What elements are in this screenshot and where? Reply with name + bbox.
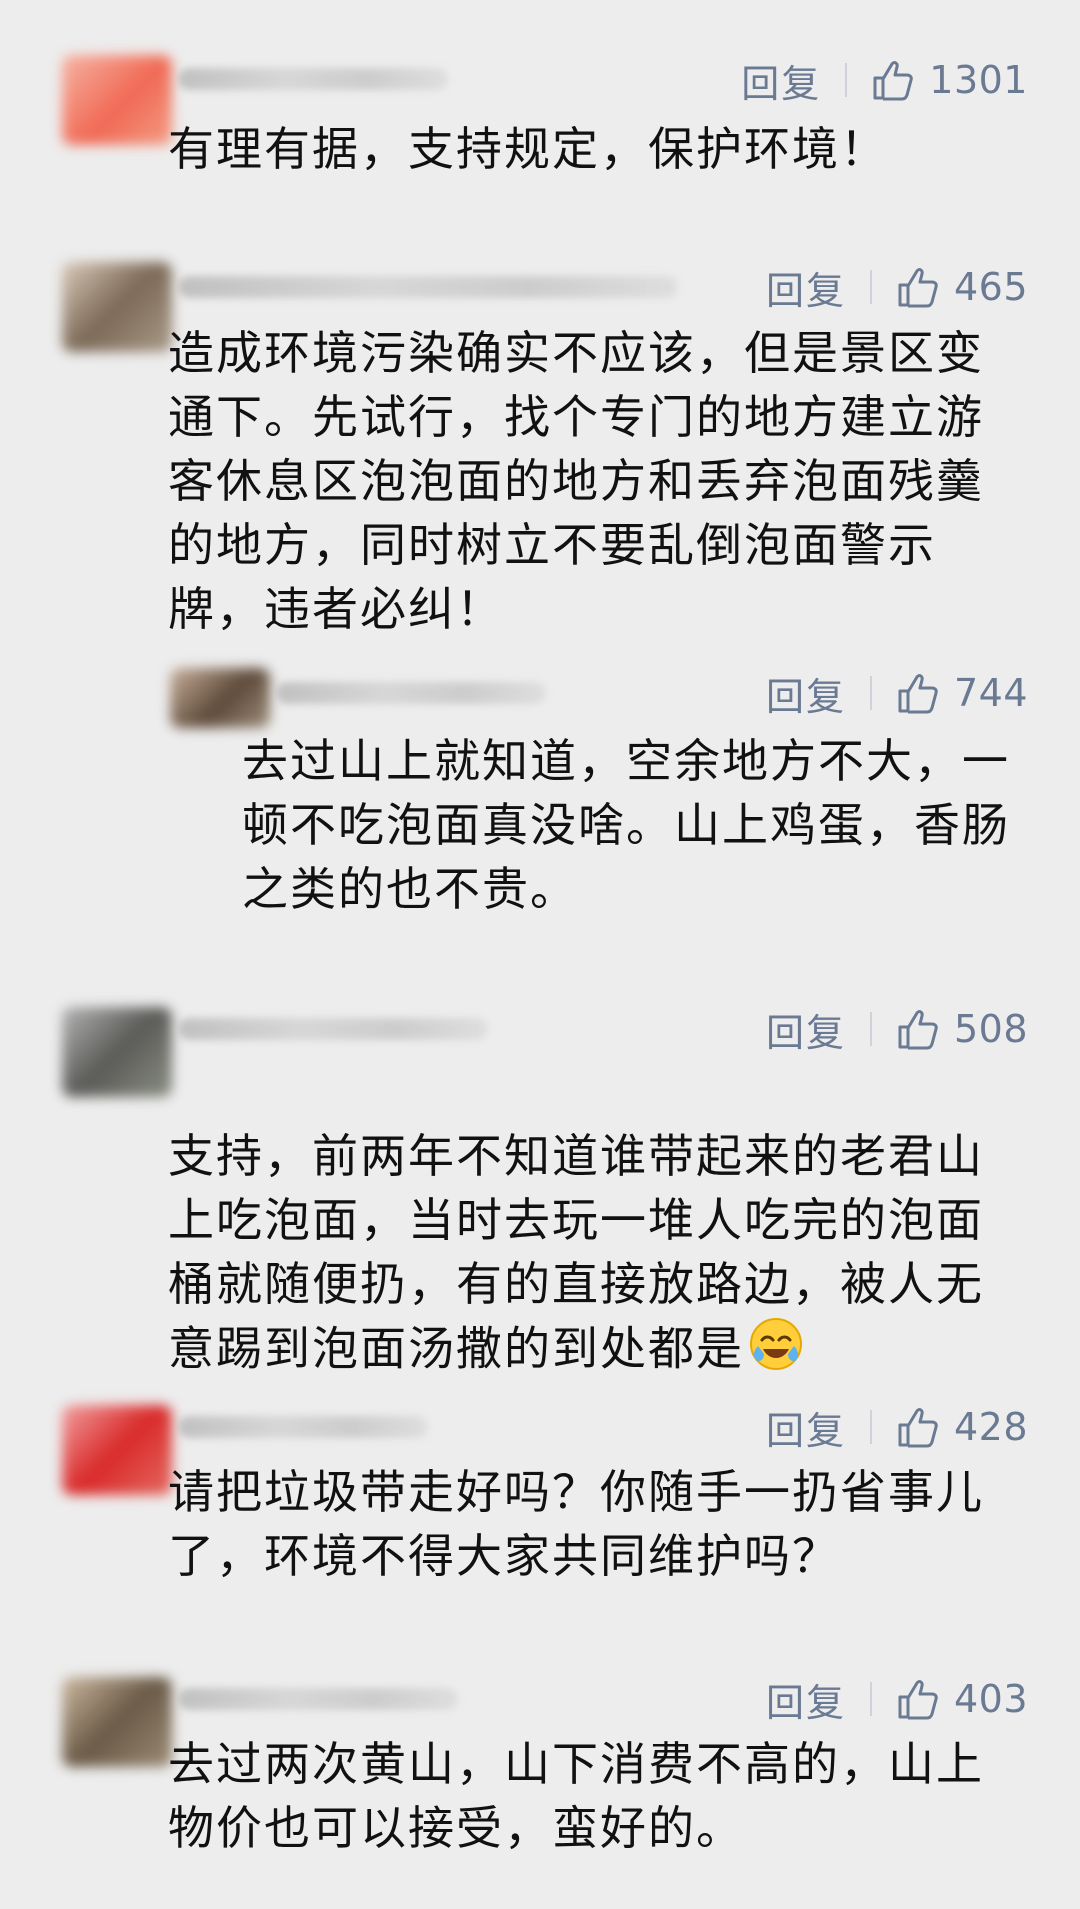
thumbs-up-icon[interactable]	[894, 263, 942, 311]
reply-button[interactable]: 回复	[766, 1672, 846, 1727]
thumbs-up-icon[interactable]	[894, 1675, 942, 1723]
comment-text: 有理有据，支持规定，保护环境！	[168, 122, 888, 176]
like-count: 1301	[929, 58, 1028, 102]
comment-actions: 回复 428	[766, 1399, 1028, 1455]
comment-text: 去过两次黄山，山下消费不高的，山上 物价也可以接受，蛮好的。	[168, 1737, 984, 1855]
avatar[interactable]	[170, 668, 270, 728]
like-count: 465	[953, 265, 1028, 309]
reply-button[interactable]: 回复	[766, 1400, 846, 1455]
avatar[interactable]	[62, 262, 172, 352]
avatar[interactable]	[62, 1007, 172, 1097]
like-count: 508	[953, 1007, 1028, 1051]
thumbs-up-icon[interactable]	[894, 1403, 942, 1451]
nickname[interactable]	[178, 68, 448, 90]
reply-button[interactable]: 回复	[766, 1002, 846, 1057]
nickname[interactable]	[178, 1018, 488, 1040]
avatar[interactable]	[62, 1405, 172, 1495]
reply-button[interactable]: 回复	[766, 260, 846, 315]
nickname[interactable]	[178, 1416, 428, 1438]
avatar[interactable]	[62, 1677, 172, 1767]
divider	[869, 1410, 872, 1444]
divider	[869, 676, 872, 710]
thumbs-up-icon[interactable]	[894, 1005, 942, 1053]
comment-text: 支持，前两年不知道谁带起来的老君山 上吃泡面，当时去玩一堆人吃完的泡面 桶就随便…	[168, 1060, 1028, 1388]
divider	[869, 270, 872, 304]
comment-actions: 回复 508	[766, 1001, 1028, 1057]
nickname[interactable]	[178, 276, 678, 298]
laugh-cry-emoji	[748, 1316, 804, 1388]
divider	[845, 63, 848, 97]
divider	[869, 1012, 872, 1046]
divider	[869, 1682, 872, 1716]
comment-actions: 回复 465	[766, 259, 1028, 315]
comment-text: 去过山上就知道，空余地方不大，一 顿不吃泡面真没啥。山上鸡蛋，香肠 之类的也不贵…	[242, 734, 1010, 916]
comment-text: 造成环境污染确实不应该，但是景区变 通下。先试行，找个专门的地方建立游 客休息区…	[168, 326, 984, 636]
avatar[interactable]	[62, 55, 172, 145]
nickname[interactable]	[276, 682, 546, 704]
like-count: 428	[953, 1405, 1028, 1449]
like-count: 403	[953, 1677, 1028, 1721]
thumbs-up-icon[interactable]	[894, 669, 942, 717]
reply-button[interactable]: 回复	[766, 666, 846, 721]
thumbs-up-icon[interactable]	[869, 56, 917, 104]
comment-text: 请把垃圾带走好吗？你随手一扔省事儿 了，环境不得大家共同维护吗？	[168, 1465, 984, 1583]
comment-actions: 回复 403	[766, 1671, 1028, 1727]
reply-button[interactable]: 回复	[741, 53, 821, 108]
like-count: 744	[953, 671, 1028, 715]
comment-actions: 回复 1301	[741, 52, 1028, 108]
nickname[interactable]	[178, 1688, 458, 1710]
comment-text-content: 支持，前两年不知道谁带起来的老君山 上吃泡面，当时去玩一堆人吃完的泡面 桶就随便…	[168, 1129, 984, 1376]
comment-actions: 回复 744	[766, 665, 1028, 721]
